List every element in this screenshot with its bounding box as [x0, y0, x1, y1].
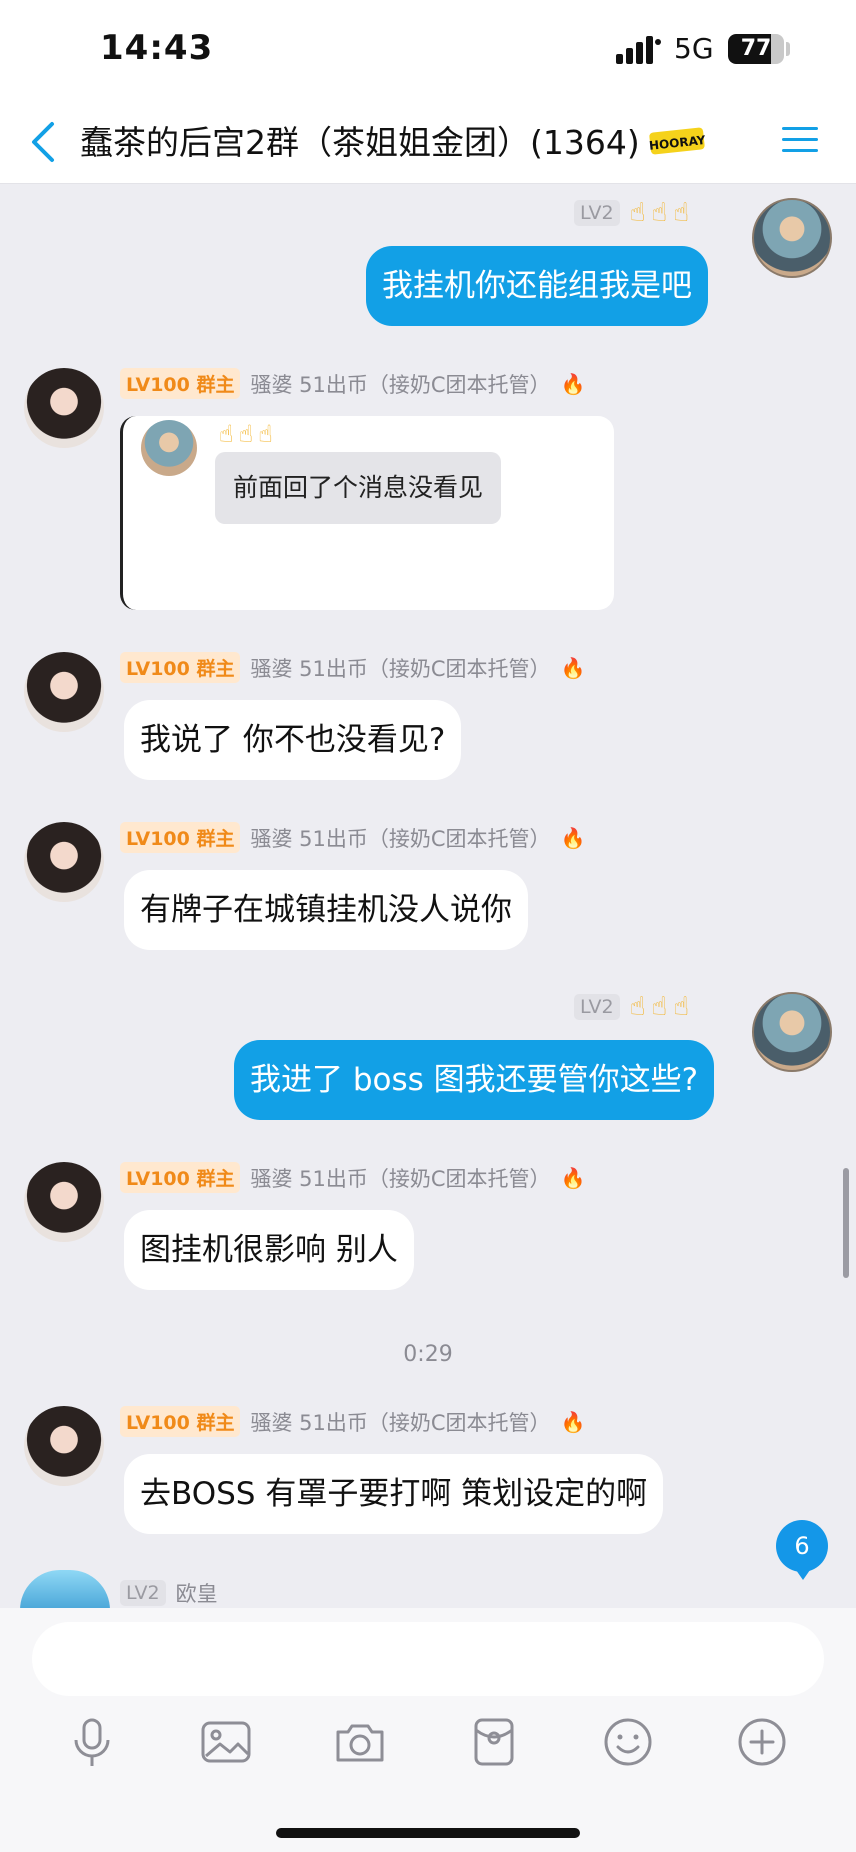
input-area	[0, 1608, 856, 1852]
message-bubble[interactable]: 我说了 你不也没看见?	[124, 700, 462, 780]
signal-icon	[616, 36, 661, 64]
message-bubble[interactable]: 我挂机你还能组我是吧	[366, 246, 708, 326]
message-meta: LV2 ☝☝☝	[574, 992, 695, 1022]
sender-name: 骚婆 51出币（接奶C团本托管）	[250, 826, 551, 851]
message-timestamp: 0:29	[403, 1342, 453, 1367]
avatar[interactable]	[24, 1162, 104, 1242]
sender-name: 骚婆 51出币（接奶C团本托管）	[250, 372, 551, 397]
unread-count-badge[interactable]: 6	[776, 1520, 828, 1580]
avatar[interactable]	[752, 198, 832, 278]
message-meta: LV100 群主 骚婆 51出币（接奶C团本托管） 🔥	[120, 368, 585, 399]
scrollbar[interactable]	[843, 1168, 849, 1278]
message-meta: LV2 ☝☝☝	[574, 198, 695, 228]
level-badge: LV100 群主	[120, 368, 241, 399]
avatar[interactable]	[24, 652, 104, 732]
status-time: 14:43	[100, 28, 214, 68]
input-toolbar	[0, 1714, 856, 1784]
level-badge: LV2	[574, 994, 620, 1020]
message-meta: LV2 欧皇	[120, 1578, 218, 1608]
home-indicator[interactable]	[276, 1828, 580, 1838]
message-bubble[interactable]: 有牌子在城镇挂机没人说你	[124, 870, 528, 950]
sender-name: 骚婆 51出币（接奶C团本托管）	[250, 1410, 551, 1435]
network-type: 5G	[674, 32, 714, 65]
quoted-text: 前面回了个消息没看见	[215, 452, 502, 524]
level-badge: LV100 群主	[120, 822, 241, 853]
sender-name: 骚婆 51出币（接奶C团本托管）	[250, 656, 551, 681]
message-input[interactable]	[32, 1622, 824, 1696]
quoted-avatar	[141, 420, 197, 476]
group-title[interactable]: 蠢茶的后宫2群（茶姐姐金团）(1364)	[80, 116, 640, 164]
avatar[interactable]	[24, 822, 104, 902]
avatar[interactable]	[20, 1570, 110, 1610]
sender-name: 骚婆 51出币（接奶C团本托管）	[250, 1166, 551, 1191]
fire-icon: 🔥	[560, 1165, 586, 1190]
battery-cap	[786, 42, 790, 56]
sender-name: 欧皇	[175, 1582, 218, 1606]
fire-icon: 🔥	[560, 1409, 586, 1434]
quote-card[interactable]: ☝☝☝ 前面回了个消息没看见	[120, 416, 614, 610]
level-badge: LV2	[574, 200, 620, 226]
fire-icon: 🔥	[560, 655, 586, 680]
avatar[interactable]	[24, 1406, 104, 1486]
message-meta: LV100 群主 骚婆 51出币（接奶C团本托管） 🔥	[120, 1162, 585, 1193]
microphone-icon[interactable]	[64, 1714, 120, 1770]
plus-icon[interactable]	[734, 1714, 790, 1770]
message-meta: LV100 群主 骚婆 51出币（接奶C团本托管） 🔥	[120, 822, 585, 853]
status-bar: 14:43 5G 77	[0, 0, 856, 100]
message-meta: LV100 群主 骚婆 51出币（接奶C团本托管） 🔥	[120, 1406, 585, 1437]
level-badge: LV2	[120, 1580, 166, 1606]
battery-icon: 77	[728, 34, 784, 64]
message-bubble[interactable]: 图挂机很影响 别人	[124, 1210, 414, 1290]
pointing-hand-icon: ☝☝☝	[629, 198, 696, 228]
battery-level: 77	[740, 36, 772, 61]
pointing-hand-icon: ☝☝☝	[629, 992, 696, 1022]
level-badge: LV100 群主	[120, 1406, 241, 1437]
avatar[interactable]	[752, 992, 832, 1072]
camera-icon[interactable]	[332, 1714, 388, 1770]
message-meta: LV100 群主 骚婆 51出币（接奶C团本托管） 🔥	[120, 652, 585, 683]
hooray-sticker-icon: HOORAY	[648, 127, 706, 155]
message-bubble[interactable]: 我进了 boss 图我还要管你这些?	[234, 1040, 715, 1120]
avatar[interactable]	[24, 368, 104, 448]
fire-icon: 🔥	[560, 825, 586, 850]
message-bubble[interactable]: 去BOSS 有罩子要打啊 策划设定的啊	[124, 1454, 664, 1534]
menu-icon[interactable]	[782, 122, 818, 158]
pointing-hand-icon: ☝☝☝	[219, 420, 278, 448]
level-badge: LV100 群主	[120, 1162, 241, 1193]
fire-icon: 🔥	[560, 371, 586, 396]
red-packet-icon[interactable]	[466, 1714, 522, 1770]
level-badge: LV100 群主	[120, 652, 241, 683]
back-arrow-icon[interactable]	[28, 118, 58, 166]
chat-header: 蠢茶的后宫2群（茶姐姐金团）(1364) HOORAY	[0, 100, 856, 184]
image-icon[interactable]	[198, 1714, 254, 1770]
emoji-icon[interactable]	[600, 1714, 656, 1770]
